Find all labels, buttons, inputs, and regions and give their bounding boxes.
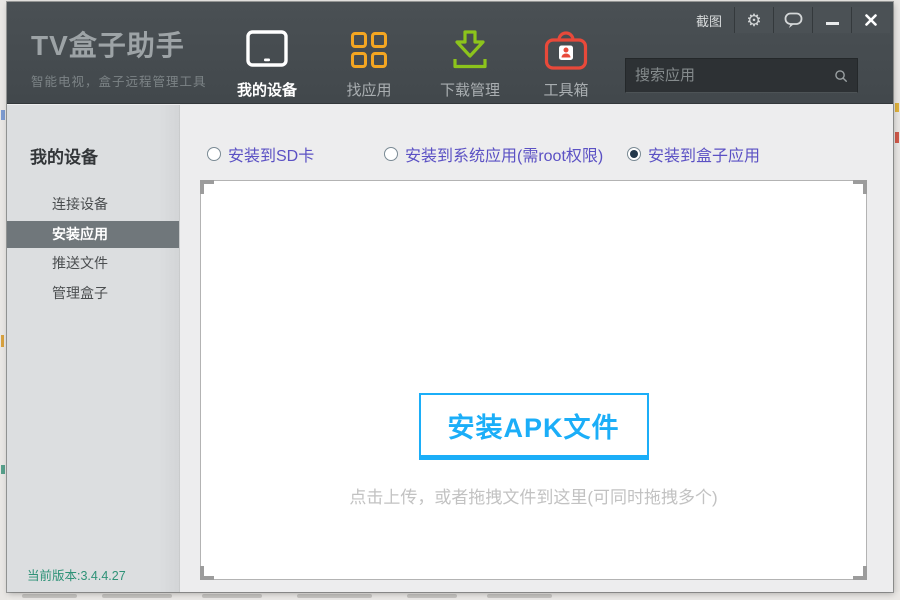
nav-label: 我的设备 bbox=[217, 79, 317, 100]
radio-label: 安装到系统应用(需root权限) bbox=[405, 142, 603, 166]
screenshot-button[interactable]: 截图 bbox=[696, 11, 722, 30]
feedback-button[interactable] bbox=[773, 7, 812, 33]
sidebar: 我的设备 连接设备 安装应用 推送文件 管理盒子 当前版本:3.4.4.27 bbox=[7, 105, 180, 592]
radio-label: 安装到盒子应用 bbox=[648, 142, 760, 166]
background-fragment bbox=[895, 103, 899, 112]
close-icon bbox=[865, 14, 877, 26]
background-fragment bbox=[1, 110, 5, 120]
background-fragment bbox=[202, 594, 262, 598]
radio-install-sdcard[interactable]: 安装到SD卡 bbox=[207, 142, 314, 166]
sidebar-item-manage-box[interactable]: 管理盒子 bbox=[7, 280, 179, 307]
nav-toolbox[interactable]: 工具箱 bbox=[516, 26, 616, 100]
radio-install-system[interactable]: 安装到系统应用(需root权限) bbox=[384, 142, 603, 166]
dropzone-corner bbox=[853, 180, 867, 194]
nav-find-apps[interactable]: 找应用 bbox=[319, 26, 419, 100]
download-icon bbox=[420, 26, 520, 74]
background-fragment bbox=[102, 594, 172, 598]
sidebar-header: 我的设备 bbox=[30, 143, 98, 168]
background-fragment bbox=[297, 594, 372, 598]
background-fragment bbox=[895, 132, 899, 143]
radio-icon[interactable] bbox=[207, 147, 221, 161]
search-box bbox=[625, 58, 858, 93]
radio-icon[interactable] bbox=[384, 147, 398, 161]
toolbox-icon bbox=[516, 26, 616, 74]
nav-label: 工具箱 bbox=[516, 79, 616, 100]
nav-label: 找应用 bbox=[319, 79, 419, 100]
body-row: 我的设备 连接设备 安装应用 推送文件 管理盒子 当前版本:3.4.4.27 安… bbox=[7, 105, 893, 592]
nav-label: 下载管理 bbox=[420, 79, 520, 100]
dropzone-corner bbox=[200, 180, 214, 194]
titlebar: 截图 ⚙ bbox=[696, 7, 890, 33]
grid-icon bbox=[319, 26, 419, 74]
version-label: 当前版本:3.4.4.27 bbox=[27, 565, 126, 584]
radio-install-box[interactable]: 安装到盒子应用 bbox=[627, 142, 760, 166]
settings-button[interactable]: ⚙ bbox=[734, 7, 773, 33]
radio-icon-checked[interactable] bbox=[627, 147, 641, 161]
app-window: 截图 ⚙ TV盒子助手 智能电视，盒子远程管理工具 bbox=[7, 2, 893, 592]
nav-download-manager[interactable]: 下载管理 bbox=[420, 26, 520, 100]
sidebar-item-install-app[interactable]: 安装应用 bbox=[7, 221, 179, 248]
close-button[interactable] bbox=[851, 7, 890, 33]
sidebar-item-connect-device[interactable]: 连接设备 bbox=[7, 191, 179, 218]
app-subtitle: 智能电视，盒子远程管理工具 bbox=[31, 71, 207, 90]
gear-icon: ⚙ bbox=[746, 12, 761, 29]
monitor-icon bbox=[217, 26, 317, 74]
background-fragment bbox=[407, 594, 457, 598]
radio-label: 安装到SD卡 bbox=[228, 142, 314, 166]
background-fragment bbox=[22, 594, 77, 598]
app-header: 截图 ⚙ TV盒子助手 智能电视，盒子远程管理工具 bbox=[7, 2, 893, 104]
app-logo: TV盒子助手 智能电视，盒子远程管理工具 bbox=[31, 24, 207, 90]
app-title: TV盒子助手 bbox=[31, 24, 207, 64]
chat-bubble-icon bbox=[784, 12, 803, 29]
search-input[interactable] bbox=[635, 67, 834, 84]
search-icon[interactable] bbox=[834, 65, 848, 87]
install-apk-button[interactable]: 安装APK文件 bbox=[418, 393, 648, 460]
minimize-icon bbox=[826, 22, 839, 25]
dropzone-corner bbox=[853, 566, 867, 580]
dropzone-hint: 点击上传，或者拖拽文件到这里(可同时拖拽多个) bbox=[201, 483, 866, 508]
nav-my-devices[interactable]: 我的设备 bbox=[217, 26, 317, 100]
dropzone-corner bbox=[200, 566, 214, 580]
sidebar-item-push-file[interactable]: 推送文件 bbox=[7, 250, 179, 277]
minimize-button[interactable] bbox=[812, 7, 851, 33]
background-fragment bbox=[487, 594, 552, 598]
background-fragment bbox=[1, 465, 5, 474]
background-desktop-strip bbox=[7, 592, 900, 600]
main-content: 安装到SD卡 安装到系统应用(需root权限) 安装到盒子应用 安装APK文件 … bbox=[180, 105, 893, 592]
background-fragment bbox=[1, 335, 4, 347]
apk-dropzone[interactable]: 安装APK文件 点击上传，或者拖拽文件到这里(可同时拖拽多个) bbox=[200, 180, 867, 580]
